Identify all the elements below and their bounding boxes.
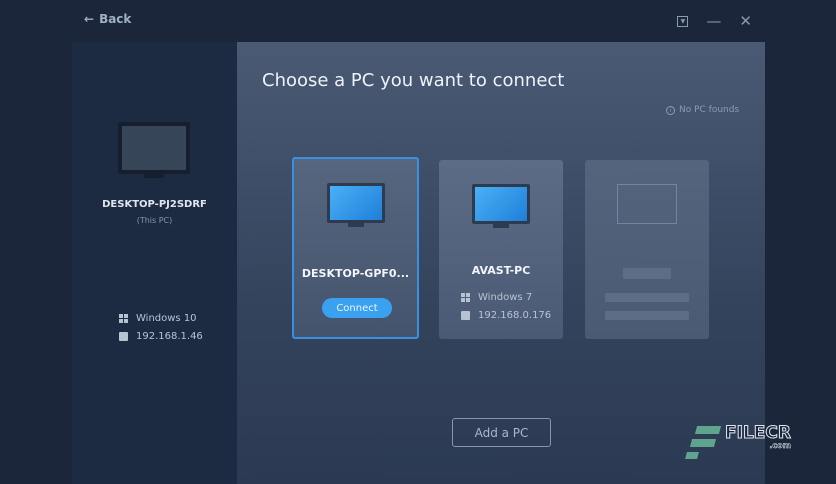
ip-icon — [461, 311, 470, 320]
monitor-icon — [472, 184, 530, 228]
watermark-logo: FILECR .com — [685, 424, 791, 460]
connect-button[interactable]: Connect — [322, 298, 392, 318]
page-title: Choose a PC you want to connect — [262, 70, 565, 91]
placeholder-card — [585, 160, 709, 339]
monitor-placeholder-icon — [617, 184, 677, 224]
ip-label: 192.168.0.176 — [478, 310, 552, 321]
status-text: i No PC founds — [666, 105, 739, 115]
windows-icon — [119, 314, 128, 323]
close-icon[interactable]: ✕ — [739, 12, 752, 30]
back-button[interactable]: ← Back — [84, 12, 131, 26]
arrow-left-icon: ← — [84, 12, 95, 26]
this-pc-label: (This PC) — [136, 216, 173, 225]
ip-icon — [119, 332, 128, 341]
pc-name: DESKTOP-GPF0... — [301, 267, 410, 280]
this-pc-panel: DESKTOP-PJ2SDRF (This PC) Windows 10 192… — [72, 42, 237, 484]
os-label: Windows 10 — [136, 313, 197, 324]
window-controls: ▼ — ✕ — [677, 12, 752, 30]
this-pc-name: DESKTOP-PJ2SDRF — [102, 199, 207, 210]
ip-label: 192.168.1.46 — [136, 331, 203, 342]
menu-dropdown-icon[interactable]: ▼ — [677, 15, 689, 27]
monitor-icon — [326, 183, 385, 227]
minimize-icon[interactable]: — — [706, 12, 721, 30]
pc-card[interactable]: AVAST-PC Windows 7 192.168.0.176 — [439, 160, 563, 339]
add-pc-button[interactable]: Add a PC — [452, 418, 551, 447]
os-label: Windows 7 — [478, 292, 533, 303]
info-icon: i — [666, 105, 675, 115]
pc-card[interactable]: DESKTOP-GPF0... Connect — [292, 157, 419, 339]
monitor-icon — [118, 122, 190, 178]
windows-icon — [461, 293, 470, 302]
pc-name: AVAST-PC — [471, 264, 531, 277]
